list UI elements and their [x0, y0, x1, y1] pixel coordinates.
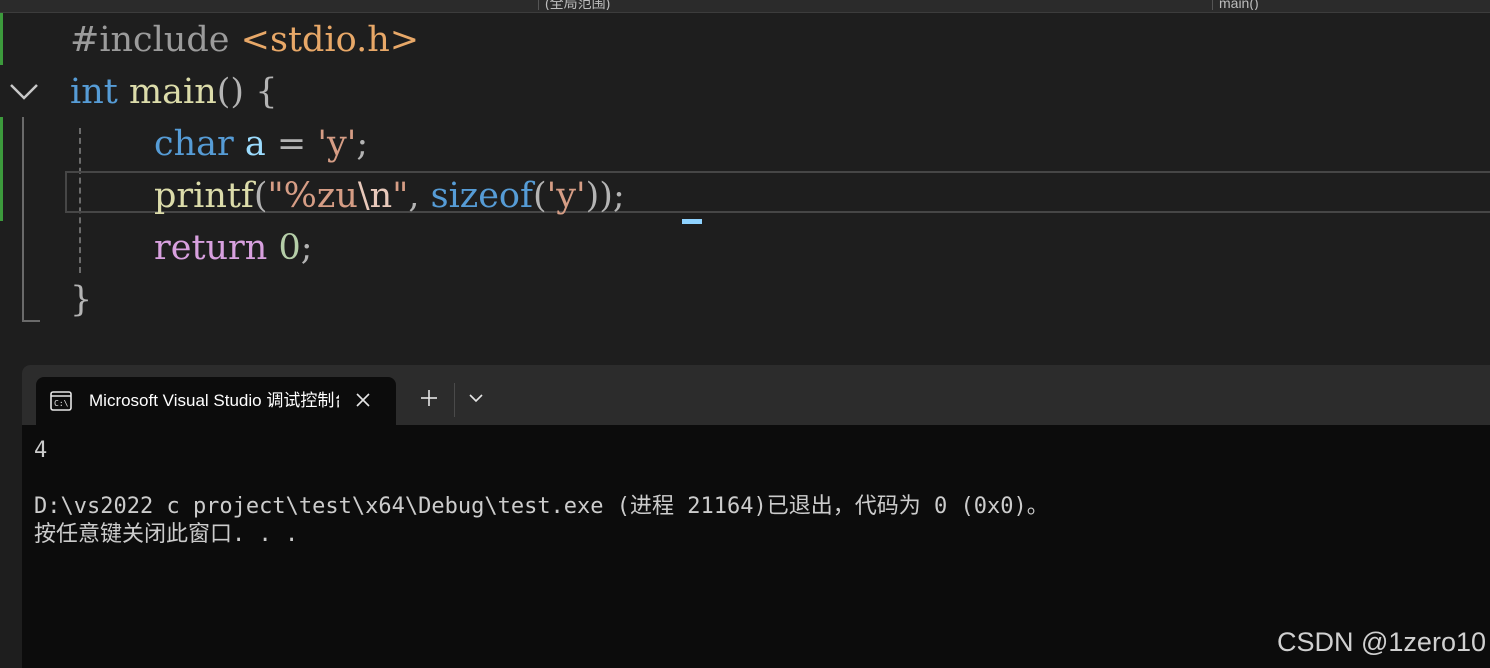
open-brace: {: [255, 72, 278, 112]
variable-name: a: [244, 124, 266, 164]
tab-strip: C:\ Microsoft Visual Studio 调试控制台: [22, 365, 1490, 425]
console-output-line: D:\vs2022 c project\test\x64\Debug\test.…: [34, 494, 1049, 519]
char-literal: 'y': [317, 124, 357, 164]
semicolon: ;: [612, 176, 625, 216]
semicolon: ;: [300, 228, 313, 268]
scope-label: (全局范围): [545, 0, 611, 10]
console-output-line: 4: [34, 438, 48, 463]
function-name: main: [128, 72, 217, 112]
code-editor[interactable]: #include <stdio.h> int main() { char a =…: [0, 13, 1490, 365]
open-paren: (: [532, 176, 547, 216]
code-line-3: char a = 'y';: [154, 118, 368, 170]
member-dropdown[interactable]: main(): [1212, 0, 1489, 10]
code-line-2: int main() {: [70, 66, 277, 118]
watermark: CSDN @1zero10: [1277, 627, 1486, 657]
printf-call: printf: [154, 176, 254, 216]
fold-region-line: [22, 117, 24, 322]
new-tab-plus-icon[interactable]: [416, 385, 442, 411]
code-line-5: return 0;: [154, 222, 313, 274]
open-paren: (: [253, 176, 268, 216]
close-icon[interactable]: [352, 389, 374, 411]
return-type: int: [70, 72, 118, 112]
code-line-6: }: [70, 274, 92, 326]
change-marker: [0, 13, 3, 65]
text-caret: [682, 219, 702, 224]
return-keyword: return: [154, 228, 268, 268]
parameter-list: (): [216, 72, 245, 112]
code-line-4: printf("%zu\n", sizeof('y'));: [154, 170, 625, 222]
assign-operator: =: [276, 124, 307, 164]
close-parens: )): [585, 176, 613, 216]
semicolon: ;: [356, 124, 369, 164]
terminal-icon: C:\: [50, 391, 72, 411]
tab-debug-console[interactable]: C:\ Microsoft Visual Studio 调试控制台: [36, 377, 396, 425]
chevron-down-icon[interactable]: [465, 389, 487, 407]
member-label: main(): [1219, 0, 1259, 10]
escape-sequence: \n: [357, 176, 393, 216]
format-string-end: ": [392, 176, 409, 216]
char-literal: 'y': [546, 176, 586, 216]
scope-dropdown[interactable]: (全局范围): [538, 0, 1205, 10]
debug-console-window: C:\ Microsoft Visual Studio 调试控制台 4 D:\v…: [22, 365, 1490, 668]
fold-region-end: [22, 320, 40, 322]
close-brace: }: [70, 280, 93, 320]
code-line-1: #include <stdio.h>: [70, 14, 419, 66]
tab-title: Microsoft Visual Studio 调试控制台: [89, 391, 339, 410]
include-header: <stdio.h>: [240, 20, 420, 60]
collapse-chevron-icon[interactable]: [8, 75, 40, 107]
comma: ,: [408, 176, 420, 216]
sizeof-operator: sizeof: [430, 176, 533, 216]
preprocessor-directive: #include: [70, 20, 230, 60]
format-string: "%zu: [267, 176, 358, 216]
type-keyword: char: [154, 124, 234, 164]
svg-text:C:\: C:\: [54, 399, 69, 408]
change-marker: [0, 117, 3, 221]
console-output-line: 按任意键关闭此窗口. . .: [34, 522, 299, 547]
tab-separator: [454, 383, 455, 417]
number-literal: 0: [278, 228, 301, 268]
navigation-bar: (全局范围) main(): [0, 0, 1490, 13]
